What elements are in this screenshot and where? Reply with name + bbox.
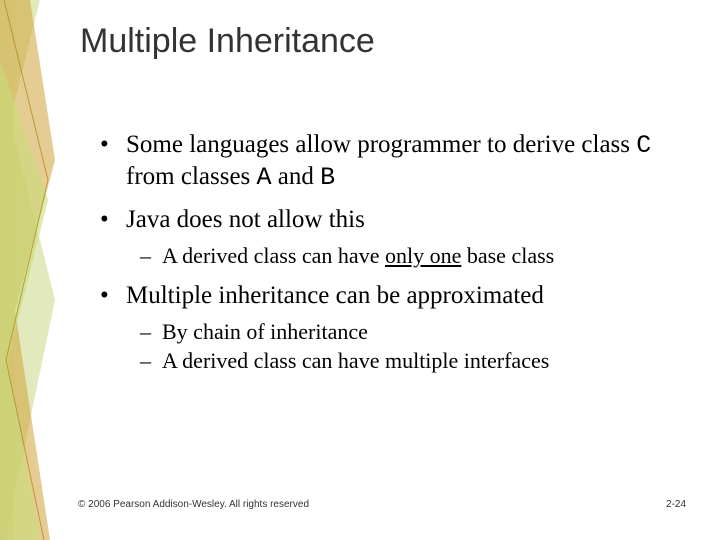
bullet-text: Multiple inheritance can be approximated bbox=[126, 282, 544, 309]
bullet-text: Java does not allow this bbox=[126, 206, 365, 233]
footer-copyright: © 2006 Pearson Addison-Wesley. All right… bbox=[78, 499, 309, 510]
sub-bullet-text: A derived class can have bbox=[162, 243, 385, 268]
sub-bullet-text: base class bbox=[461, 243, 554, 268]
code-span: A bbox=[257, 163, 272, 192]
bullet-text: and bbox=[272, 163, 321, 190]
sub-bullet-item: A derived class can have only one base c… bbox=[126, 242, 680, 270]
bullet-item: Some languages allow programmer to deriv… bbox=[100, 130, 680, 193]
sub-bullet-text: A derived class can have multiple interf… bbox=[162, 348, 549, 373]
bullet-text: Some languages allow programmer to deriv… bbox=[126, 131, 636, 158]
sub-bullet-text: By chain of inheritance bbox=[162, 319, 368, 344]
code-span: B bbox=[320, 163, 335, 192]
code-span: C bbox=[636, 131, 651, 160]
slide-body: Some languages allow programmer to deriv… bbox=[100, 130, 680, 387]
bullet-text: from classes bbox=[126, 163, 257, 190]
sub-bullet-item: By chain of inheritance bbox=[126, 318, 680, 346]
sub-bullet-item: A derived class can have multiple interf… bbox=[126, 347, 680, 375]
bullet-item: Java does not allow this A derived class… bbox=[100, 205, 680, 269]
slide-title: Multiple Inheritance bbox=[80, 22, 375, 61]
underline-text: only one bbox=[385, 243, 461, 268]
footer-page-number: 2-24 bbox=[666, 499, 686, 510]
bullet-item: Multiple inheritance can be approximated… bbox=[100, 281, 680, 375]
